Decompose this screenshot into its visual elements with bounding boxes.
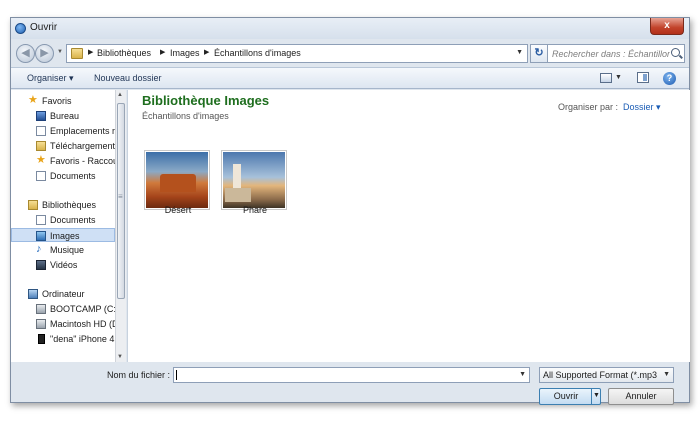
recent-pages-dropdown-icon[interactable]: ▼ bbox=[57, 49, 63, 55]
lighthouse-image bbox=[223, 152, 285, 208]
sidebar-item-documents[interactable]: Documents bbox=[11, 213, 115, 227]
star-icon: ★ bbox=[28, 94, 38, 106]
sidebar-item-recent-places[interactable]: Emplacements récents bbox=[11, 124, 115, 138]
sidebar-item-favorites-shortcuts[interactable]: ★ Favoris - Raccourcis bbox=[11, 154, 115, 168]
desktop-icon bbox=[36, 111, 46, 121]
filename-input[interactable]: ▼ bbox=[173, 367, 530, 383]
chevron-down-icon[interactable]: ▼ bbox=[663, 371, 670, 378]
sidebar-item-iphone[interactable]: "dena" iPhone 4S bbox=[11, 332, 115, 346]
search-icon[interactable] bbox=[671, 48, 680, 57]
desert-image bbox=[146, 152, 208, 208]
close-button[interactable]: x bbox=[650, 18, 684, 35]
drive-icon bbox=[36, 319, 46, 329]
sidebar-item-bootcamp[interactable]: BOOTCAMP (C:) bbox=[11, 302, 115, 316]
videos-library-icon bbox=[36, 260, 46, 270]
open-file-dialog: Ouvrir x ◀ ▶ ▼ ▶ Bibliothèques ▶ Images … bbox=[10, 17, 690, 405]
sidebar-section-favorites[interactable]: ★ Favoris bbox=[11, 94, 115, 108]
arrange-by-dropdown[interactable]: Dossier ▾ bbox=[623, 102, 661, 113]
file-name-desert[interactable]: Désert bbox=[145, 205, 211, 215]
document-icon bbox=[36, 171, 46, 181]
music-library-icon: ♪ bbox=[36, 243, 42, 255]
filename-history-dropdown-icon[interactable]: ▼ bbox=[519, 371, 526, 378]
back-button[interactable]: ◀ bbox=[16, 44, 35, 63]
sidebar-item-downloads[interactable]: Téléchargements bbox=[11, 139, 115, 153]
sidebar-item-documents-favorite[interactable]: Documents bbox=[11, 169, 115, 183]
new-folder-button[interactable]: Nouveau dossier bbox=[94, 73, 162, 83]
scroll-down-icon[interactable]: ▼ bbox=[117, 354, 123, 360]
breadcrumb-images[interactable]: Images bbox=[170, 48, 200, 58]
navigation-pane: ★ Favoris Bureau Emplacements récents Té… bbox=[11, 90, 126, 362]
scroll-up-icon[interactable]: ▲ bbox=[117, 92, 123, 98]
sidebar-item-music[interactable]: ♪ Musique bbox=[11, 243, 115, 257]
library-title: Bibliothèque Images bbox=[142, 93, 270, 108]
change-view-icon[interactable] bbox=[600, 73, 612, 83]
open-options-dropdown-icon[interactable]: ▼ bbox=[591, 388, 601, 405]
file-list-pane: Bibliothèque Images Échantillons d'image… bbox=[127, 90, 690, 362]
open-button-label: Ouvrir bbox=[553, 391, 579, 401]
sidebar-item-desktop[interactable]: Bureau bbox=[11, 109, 115, 123]
sidebar-item-images[interactable]: Images bbox=[11, 228, 115, 242]
search-input[interactable]: Rechercher dans : Échantillons d'images bbox=[547, 44, 685, 63]
preview-pane-icon[interactable] bbox=[637, 72, 649, 83]
file-type-filter-value: All Supported Format (*.mp3;*.wav) bbox=[543, 370, 657, 380]
breadcrumb-sample-images[interactable]: Échantillons d'images bbox=[214, 48, 301, 58]
star-icon: ★ bbox=[36, 154, 46, 166]
sidebar-scrollbar[interactable]: ▲ ▼ bbox=[115, 90, 126, 362]
sidebar-section-libraries[interactable]: Bibliothèques bbox=[11, 198, 115, 212]
sidebar-item-macintosh-hd[interactable]: Macintosh HD (D:) bbox=[11, 317, 115, 331]
pictures-library-icon bbox=[36, 231, 46, 241]
file-thumbnail-desert[interactable] bbox=[144, 150, 210, 210]
command-bar: Organiser ▾ Nouveau dossier ▼ ? bbox=[11, 67, 689, 89]
refresh-button[interactable]: ↻ bbox=[530, 44, 548, 63]
filename-label: Nom du fichier : bbox=[107, 370, 171, 380]
downloads-icon bbox=[36, 141, 46, 151]
file-type-filter-select[interactable]: All Supported Format (*.mp3;*.wav) ▼ bbox=[539, 367, 674, 383]
file-name-lighthouse[interactable]: Phare bbox=[222, 205, 288, 215]
search-placeholder: Rechercher dans : Échantillons d'images bbox=[552, 49, 670, 59]
recent-places-icon bbox=[36, 126, 46, 136]
address-dropdown-icon[interactable]: ▼ bbox=[516, 49, 523, 56]
chevron-right-icon[interactable]: ▶ bbox=[204, 48, 209, 56]
cancel-button[interactable]: Annuler bbox=[608, 388, 674, 405]
text-caret bbox=[176, 370, 177, 380]
arrange-by-label: Organiser par : bbox=[558, 102, 619, 112]
file-thumbnail-lighthouse[interactable] bbox=[221, 150, 287, 210]
computer-icon bbox=[28, 289, 38, 299]
address-bar[interactable]: ▶ Bibliothèques ▶ Images ▶ Échantillons … bbox=[66, 44, 528, 63]
breadcrumb-libraries[interactable]: Bibliothèques bbox=[97, 48, 151, 58]
chevron-right-icon[interactable]: ▶ bbox=[88, 48, 93, 56]
documents-library-icon bbox=[36, 215, 46, 225]
scrollbar-thumb[interactable] bbox=[117, 103, 125, 299]
drive-icon bbox=[36, 304, 46, 314]
help-icon[interactable]: ? bbox=[663, 72, 676, 85]
forward-button[interactable]: ▶ bbox=[35, 44, 54, 63]
phone-icon bbox=[38, 334, 45, 344]
folder-icon bbox=[71, 48, 83, 59]
view-options-dropdown-icon[interactable]: ▼ bbox=[615, 74, 622, 81]
app-icon bbox=[15, 23, 26, 34]
chevron-right-icon[interactable]: ▶ bbox=[160, 48, 165, 56]
libraries-icon bbox=[28, 200, 38, 210]
organize-button[interactable]: Organiser ▾ bbox=[27, 73, 74, 84]
sidebar-section-computer[interactable]: Ordinateur bbox=[11, 287, 115, 301]
window-title: Ouvrir bbox=[30, 22, 58, 33]
title-bar: Ouvrir x bbox=[11, 18, 689, 39]
sidebar-item-videos[interactable]: Vidéos bbox=[11, 258, 115, 272]
library-subtitle[interactable]: Échantillons d'images bbox=[142, 111, 229, 121]
